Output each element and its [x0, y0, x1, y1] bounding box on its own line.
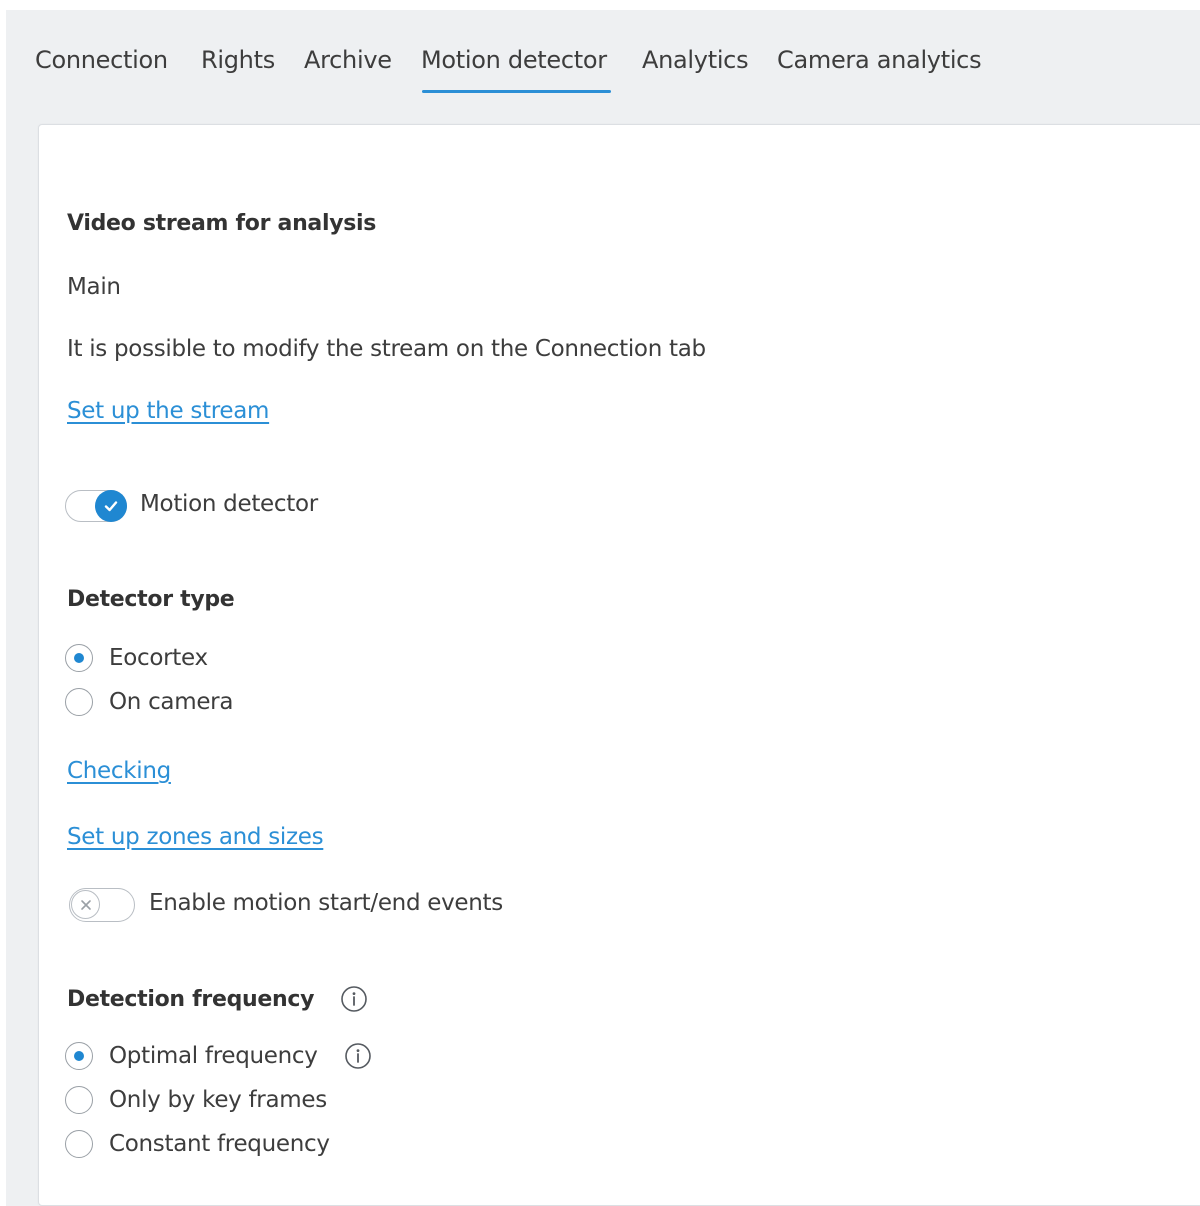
- stream-heading: Video stream for analysis: [67, 211, 377, 236]
- radio-button[interactable]: [65, 1130, 93, 1158]
- detector-type-heading: Detector type: [67, 587, 235, 612]
- radio-constant-frequency[interactable]: Constant frequency: [65, 1130, 330, 1158]
- radio-button[interactable]: [65, 644, 93, 672]
- radio-label: Constant frequency: [109, 1131, 330, 1157]
- settings-panel: Connection Rights Archive Motion detecto…: [6, 10, 1200, 1206]
- tab-archive[interactable]: Archive: [304, 46, 392, 74]
- checkmark-icon: [104, 501, 118, 512]
- x-icon: [80, 899, 91, 910]
- tab-bar: Connection Rights Archive Motion detecto…: [6, 10, 1200, 110]
- radio-label: Optimal frequency: [109, 1043, 318, 1069]
- active-tab-indicator: [422, 90, 611, 93]
- motion-events-label: Enable motion start/end events: [149, 890, 503, 916]
- radio-button[interactable]: [65, 1086, 93, 1114]
- toggle-knob: [71, 890, 100, 919]
- tab-analytics[interactable]: Analytics: [642, 46, 749, 74]
- radio-label: Only by key frames: [109, 1087, 327, 1113]
- tab-camera-analytics[interactable]: Camera analytics: [777, 46, 982, 74]
- stream-value: Main: [67, 274, 121, 300]
- tab-rights[interactable]: Rights: [201, 46, 275, 74]
- stream-note: It is possible to modify the stream on t…: [67, 336, 706, 362]
- radio-label: Eocortex: [109, 645, 208, 671]
- radio-eocortex[interactable]: Eocortex: [65, 644, 208, 672]
- set-up-stream-link[interactable]: Set up the stream: [67, 398, 269, 424]
- radio-key-frames[interactable]: Only by key frames: [65, 1086, 327, 1114]
- radio-label: On camera: [109, 689, 234, 715]
- detection-frequency-heading: Detection frequency: [67, 986, 315, 1012]
- info-circle-icon[interactable]: [344, 1042, 372, 1070]
- set-up-zones-link[interactable]: Set up zones and sizes: [67, 824, 324, 850]
- radio-button[interactable]: [65, 688, 93, 716]
- radio-button[interactable]: [65, 1042, 93, 1070]
- detection-frequency-header: Detection frequency: [67, 985, 368, 1013]
- motion-detector-toggle[interactable]: [65, 490, 127, 522]
- radio-optimal-frequency[interactable]: Optimal frequency: [65, 1042, 372, 1070]
- radio-on-camera[interactable]: On camera: [65, 688, 233, 716]
- toggle-knob: [95, 490, 127, 522]
- motion-events-toggle[interactable]: [69, 888, 135, 922]
- motion-detector-label: Motion detector: [140, 491, 318, 517]
- motion-detector-card: Video stream for analysis Main It is pos…: [38, 124, 1200, 1206]
- tab-motion-detector[interactable]: Motion detector: [421, 46, 607, 74]
- info-circle-icon[interactable]: [340, 985, 368, 1013]
- tab-connection[interactable]: Connection: [35, 46, 168, 74]
- checking-link[interactable]: Checking: [67, 758, 171, 784]
